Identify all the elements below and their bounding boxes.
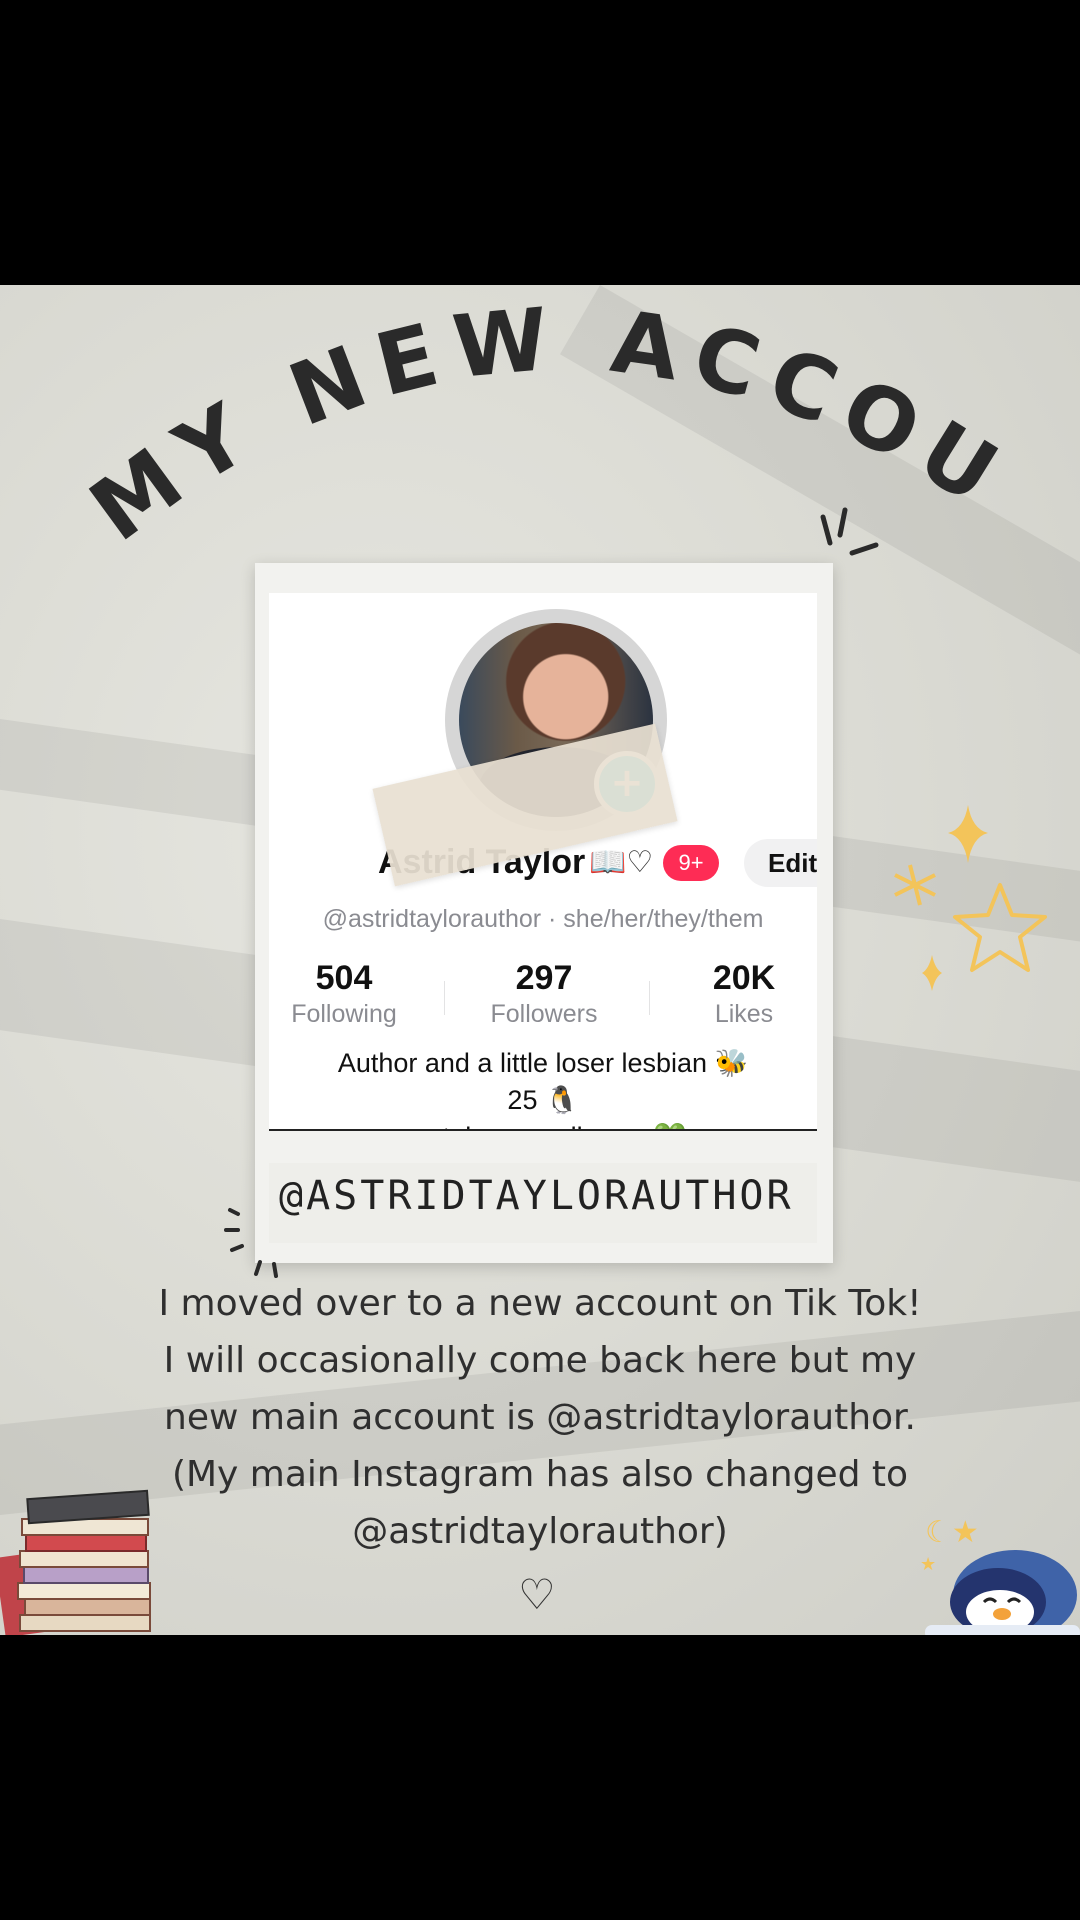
svg-text:☾★: ☾★ xyxy=(925,1515,979,1550)
message-line: I will occasionally come back here but m… xyxy=(163,1340,917,1381)
bio-line: Author and a little loser lesbian 🐝 xyxy=(337,1048,749,1078)
message-line: I moved over to a new account on Tik Tok… xyxy=(158,1283,922,1324)
stat-label: Following xyxy=(291,1000,397,1028)
stat-label: Likes xyxy=(714,1000,774,1028)
stat-likes[interactable]: 20K Likes xyxy=(669,959,817,1029)
stats-row: 504 Following 297 Followers 20K Likes xyxy=(269,959,817,1039)
profile-bio: Author and a little loser lesbian 🐝 25 🐧… xyxy=(269,1045,817,1131)
penguin-icon: ☾★ ★ xyxy=(920,1515,1080,1635)
edit-button[interactable]: Edit xyxy=(744,839,817,887)
screen-divider xyxy=(269,1129,817,1131)
sparkles-icon xyxy=(894,805,1047,991)
profile-polaroid: + Astrid Taylor 📖♡ 9+ Edit @astridtaylor… xyxy=(255,563,833,1263)
message-text: I moved over to a new account on Tik Tok… xyxy=(0,1275,1080,1560)
book-heart-icon: 📖♡ xyxy=(589,845,654,880)
poster: MY NEW ACCOUNT + Astrid Taylor 📖♡ xyxy=(0,285,1080,1635)
bio-line: 25 🐧 xyxy=(507,1085,579,1115)
divider xyxy=(444,981,445,1015)
profile-handle: @astridtaylorauthor · she/her/they/them xyxy=(322,905,764,933)
books-icon xyxy=(0,1489,151,1635)
divider xyxy=(649,981,650,1015)
stat-value: 297 xyxy=(515,959,573,997)
account-caption: @ASTRIDTAYLORAUTHOR xyxy=(279,1173,794,1219)
stat-followers[interactable]: 297 Followers xyxy=(469,959,619,1029)
svg-text:★: ★ xyxy=(920,1554,936,1575)
message-line: @astridtaylorauthor) xyxy=(352,1511,728,1552)
stat-value: 504 xyxy=(315,959,373,997)
stat-label: Followers xyxy=(490,1000,598,1028)
page-title: MY NEW ACCOUNT xyxy=(0,285,1026,561)
doodle-strokes xyxy=(820,507,879,556)
title-arc: MY NEW ACCOUNT xyxy=(0,285,1026,561)
profile-screenshot: + Astrid Taylor 📖♡ 9+ Edit @astridtaylor… xyxy=(269,593,817,1131)
message-line: new main account is @astridtaylorauthor. xyxy=(164,1397,916,1438)
message-line: (My main Instagram has also changed to xyxy=(171,1454,909,1495)
heart-icon: ♡ xyxy=(518,1570,556,1619)
stat-value: 20K xyxy=(712,959,776,997)
stat-following[interactable]: 504 Following xyxy=(269,959,419,1029)
notification-badge[interactable]: 9+ xyxy=(663,845,719,881)
caption-strip: @ASTRIDTAYLORAUTHOR xyxy=(269,1163,817,1243)
